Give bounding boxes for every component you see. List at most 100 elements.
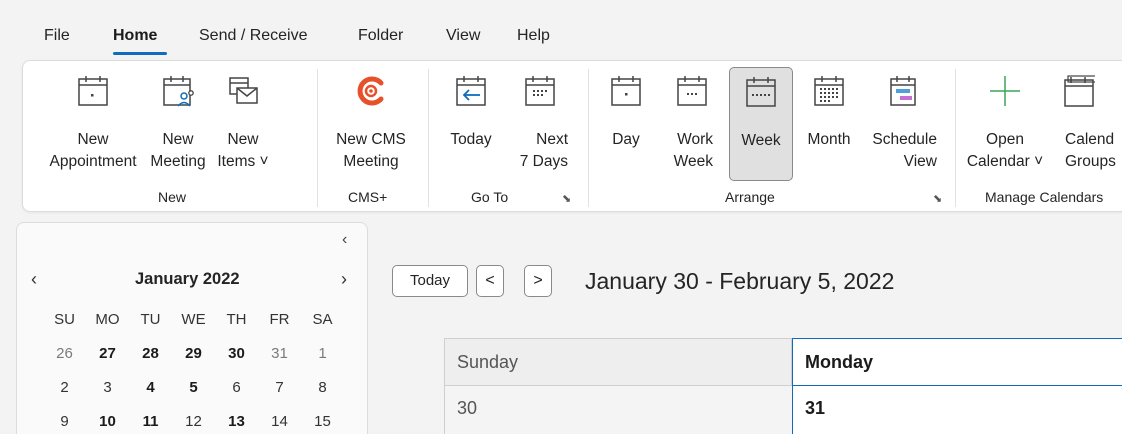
day-view-button[interactable]: Day bbox=[597, 61, 655, 186]
group-label-manage-calendars: Manage Calendars bbox=[985, 189, 1104, 205]
calendar-day[interactable]: 1 bbox=[301, 345, 344, 362]
group-label-cms: CMS+ bbox=[348, 189, 388, 205]
calendar-day[interactable]: 15 bbox=[301, 413, 344, 430]
day-date-monday[interactable]: 31 bbox=[792, 386, 1122, 434]
menu-help[interactable]: Help bbox=[517, 27, 550, 45]
weekday-label: SU bbox=[54, 310, 75, 328]
date-range-title: January 30 - February 5, 2022 bbox=[585, 268, 895, 294]
work-week-icon bbox=[677, 76, 707, 106]
calendar-day[interactable]: 3 bbox=[86, 379, 129, 396]
month-view-button[interactable]: Month bbox=[798, 61, 860, 186]
weekday-label: TH bbox=[226, 310, 247, 328]
week-row: 2345678 bbox=[43, 370, 347, 404]
new-appointment-button[interactable]: New Appointment bbox=[43, 61, 143, 186]
menu-folder[interactable]: Folder bbox=[358, 27, 403, 45]
new-cms-meeting-button[interactable]: New CMS Meeting bbox=[326, 61, 416, 186]
work-week-view-button[interactable]: Work Week bbox=[663, 61, 721, 186]
day-date-sunday[interactable]: 30 bbox=[444, 386, 792, 434]
next-month-icon[interactable]: › bbox=[341, 269, 347, 290]
open-calendar-button[interactable]: Open Calendar ˅ bbox=[965, 61, 1045, 186]
group-label-new: New bbox=[158, 189, 187, 205]
today-icon bbox=[456, 76, 486, 106]
new-items-icon bbox=[229, 77, 258, 104]
schedule-view-label: Schedule View bbox=[872, 131, 937, 170]
calendar-day[interactable]: 28 bbox=[129, 345, 172, 362]
new-items-button[interactable]: New Items ˅ bbox=[212, 61, 274, 186]
calendar-day[interactable]: 9 bbox=[43, 413, 86, 430]
weekday-label: SA bbox=[312, 310, 333, 328]
group-separator bbox=[955, 69, 956, 207]
menu-bar: File Home Send / Receive Folder View Hel… bbox=[0, 0, 1122, 60]
menu-file[interactable]: File bbox=[44, 27, 70, 45]
calendar-day[interactable]: 31 bbox=[258, 345, 301, 362]
week-row: 9 10 11 12 13 14 15 bbox=[43, 404, 347, 434]
calendar-day[interactable]: 10 bbox=[86, 413, 129, 430]
day-header-sunday: Sunday bbox=[444, 338, 792, 386]
week-view-button[interactable]: Week bbox=[729, 67, 793, 181]
goto-dialog-launcher-icon[interactable]: ⬊ bbox=[562, 192, 571, 205]
schedule-view-icon bbox=[890, 76, 916, 106]
menu-view[interactable]: View bbox=[446, 27, 480, 45]
calendar-icon bbox=[78, 76, 108, 106]
week-view-icon bbox=[746, 77, 776, 107]
cms-logo-icon bbox=[357, 76, 384, 106]
meeting-icon bbox=[163, 76, 194, 107]
week-view-label: Week bbox=[741, 132, 781, 149]
calendar-day[interactable]: 8 bbox=[301, 379, 344, 396]
calendar-day[interactable]: 29 bbox=[172, 345, 215, 362]
prev-month-icon[interactable]: ‹ bbox=[31, 269, 37, 290]
new-meeting-button[interactable]: New Meeting bbox=[146, 61, 210, 186]
calendar-day[interactable]: 5 bbox=[172, 379, 215, 396]
mini-calendar-grid: SU MO TU WE TH FR SA 26 27 28 29 30 31 1 2 3 4 5 6 7… bbox=[43, 302, 347, 434]
calendar-day[interactable]: 6 bbox=[215, 379, 258, 396]
calendar-day[interactable]: 27 bbox=[86, 345, 129, 362]
next-7-days-button[interactable]: Next 7 Days bbox=[508, 61, 572, 186]
month-view-label: Month bbox=[807, 131, 851, 148]
mini-calendar-title: January 2022 bbox=[135, 270, 240, 288]
new-items-label: New Items ˅ bbox=[217, 131, 269, 170]
next-7-days-label: Next 7 Days bbox=[519, 131, 568, 170]
weekday-label: MO bbox=[95, 310, 120, 328]
group-label-goto: Go To bbox=[471, 189, 509, 205]
group-separator bbox=[317, 69, 318, 207]
group-separator bbox=[428, 69, 429, 207]
calendar-day[interactable]: 11 bbox=[129, 413, 172, 430]
previous-week-button[interactable]: < bbox=[476, 265, 504, 297]
active-tab-indicator bbox=[113, 52, 167, 55]
today-button[interactable]: Today bbox=[392, 265, 468, 297]
new-meeting-label: New Meeting bbox=[150, 131, 206, 170]
today-ribbon-button[interactable]: Today bbox=[441, 61, 501, 186]
calendar-day[interactable]: 30 bbox=[215, 345, 258, 362]
weekday-label: FR bbox=[269, 310, 290, 328]
calendar-day[interactable]: 14 bbox=[258, 413, 301, 430]
day-view-label: Day bbox=[612, 131, 640, 148]
mini-calendar-weeks: 26 27 28 29 30 31 1 2 3 4 5 6 7 8 9 10 11 12 13 14 15 bbox=[43, 336, 347, 434]
schedule-view-button[interactable]: Schedule View bbox=[863, 61, 943, 186]
plus-icon bbox=[990, 76, 1020, 106]
calendar-groups-button[interactable]: Calend Groups bbox=[1049, 61, 1122, 186]
menu-send-receive[interactable]: Send / Receive bbox=[199, 27, 308, 45]
new-cms-meeting-label: New CMS Meeting bbox=[336, 131, 406, 170]
new-appointment-label: New Appointment bbox=[49, 131, 137, 170]
calendar-day[interactable]: 13 bbox=[215, 413, 258, 430]
work-week-label: Work Week bbox=[673, 131, 713, 170]
calendar-groups-icon bbox=[1064, 75, 1095, 107]
group-label-arrange: Arrange bbox=[725, 189, 775, 205]
week-row: 26 27 28 29 30 31 1 bbox=[43, 336, 347, 370]
group-separator bbox=[588, 69, 589, 207]
arrange-dialog-launcher-icon[interactable]: ⬊ bbox=[933, 192, 942, 205]
menu-home[interactable]: Home bbox=[113, 27, 157, 45]
month-view-icon bbox=[814, 76, 844, 106]
collapse-pane-icon[interactable]: ‹ bbox=[342, 231, 347, 249]
calendar-day[interactable]: 26 bbox=[43, 345, 86, 362]
calendar-day[interactable]: 12 bbox=[172, 413, 215, 430]
next-7-days-icon bbox=[525, 76, 555, 106]
calendar-day[interactable]: 2 bbox=[43, 379, 86, 396]
calendar-groups-label: Calend Groups bbox=[1065, 131, 1116, 170]
ribbon: New Appointment New Meeting New Items ˅ … bbox=[22, 60, 1122, 212]
next-week-button[interactable]: > bbox=[524, 265, 552, 297]
weekday-label: WE bbox=[181, 310, 206, 328]
calendar-day[interactable]: 7 bbox=[258, 379, 301, 396]
calendar-day[interactable]: 4 bbox=[129, 379, 172, 396]
day-view-icon bbox=[611, 76, 641, 106]
